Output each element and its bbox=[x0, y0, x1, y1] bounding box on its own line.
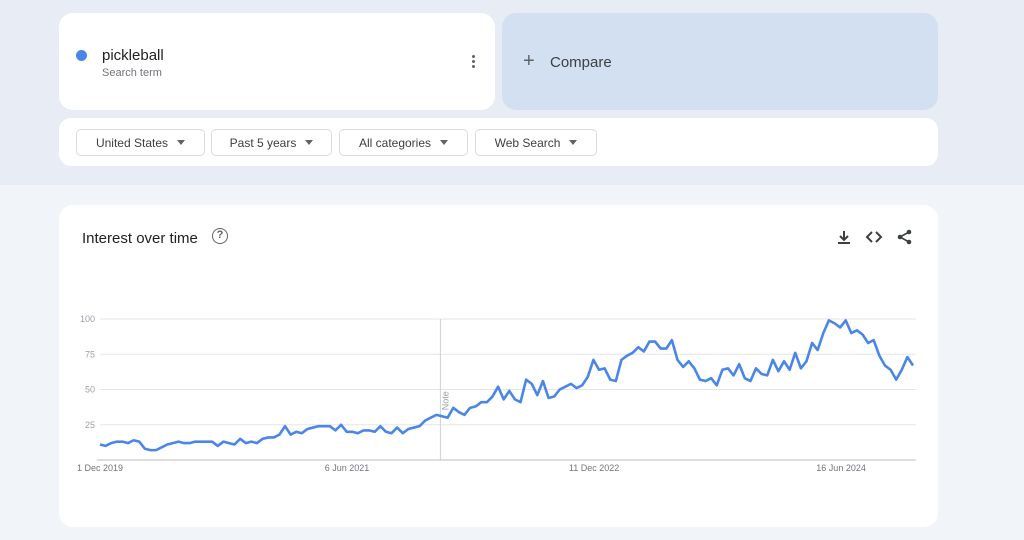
y-tick-label: 25 bbox=[85, 420, 95, 430]
interest-line-chart: 25 50 75 100 Note 1 Dec 2019 6 Jun 2021 11 Dec … bbox=[77, 314, 916, 473]
x-tick-label: 11 Dec 2022 bbox=[569, 463, 619, 473]
x-tick-label: 1 Dec 2019 bbox=[77, 463, 123, 473]
y-tick-label: 75 bbox=[85, 349, 95, 359]
x-tick-label: 16 Jun 2024 bbox=[816, 463, 866, 473]
y-tick-label: 50 bbox=[85, 385, 95, 395]
y-tick-label: 100 bbox=[80, 314, 95, 324]
series-line bbox=[99, 319, 915, 452]
note-label: Note bbox=[440, 391, 450, 410]
x-tick-label: 6 Jun 2021 bbox=[325, 463, 370, 473]
